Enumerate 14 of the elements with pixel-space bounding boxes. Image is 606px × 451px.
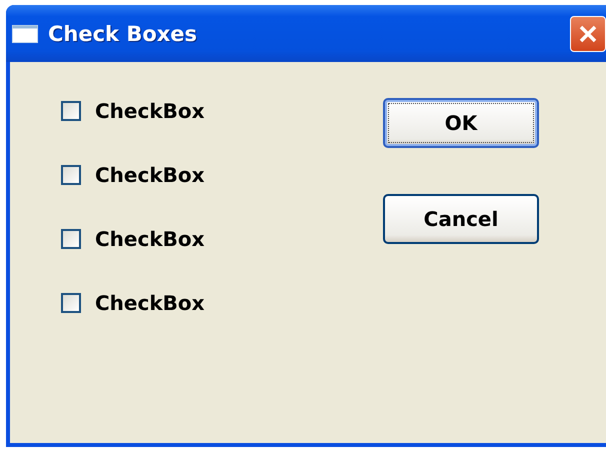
checkbox[interactable]	[61, 293, 81, 313]
close-button[interactable]	[570, 16, 606, 52]
window-title: Check Boxes	[48, 22, 198, 46]
window-icon	[12, 24, 38, 42]
dialog-button[interactable]: Cancel	[383, 194, 539, 244]
checkbox-label[interactable]: CheckBox	[95, 163, 205, 187]
close-icon	[578, 24, 598, 44]
checkbox-label[interactable]: CheckBox	[95, 227, 205, 251]
checkbox[interactable]	[61, 165, 81, 185]
checkbox-label[interactable]: CheckBox	[95, 291, 205, 315]
checkbox[interactable]	[61, 229, 81, 249]
checkbox-label[interactable]: CheckBox	[95, 99, 205, 123]
checkbox[interactable]	[61, 101, 81, 121]
dialog-button[interactable]: OK	[383, 98, 539, 148]
